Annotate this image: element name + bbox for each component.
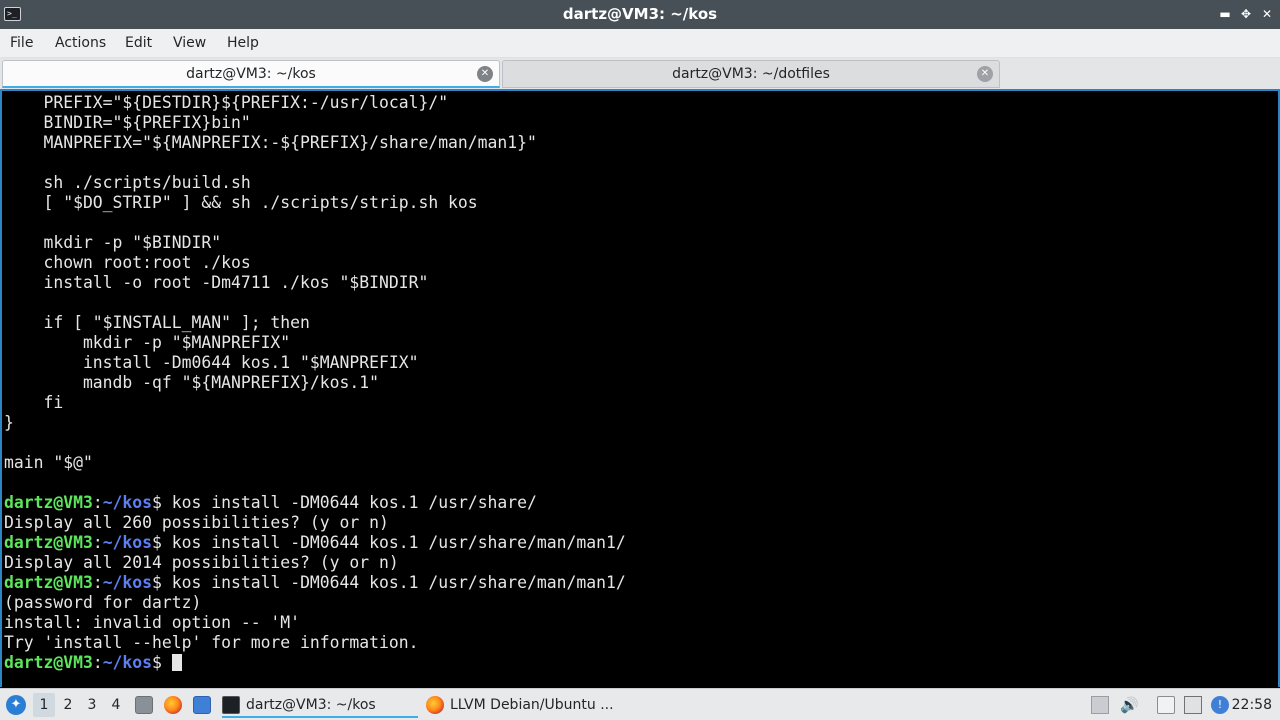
tab-kos-label: dartz@VM3: ~/kos [186, 66, 316, 82]
prompt-separator: : [92, 573, 103, 592]
prompt-separator: : [92, 493, 103, 512]
prompt-user: dartz@VM3 [4, 653, 93, 672]
prompt-path: ~/kos [102, 653, 153, 672]
prompt-symbol: $ [152, 493, 172, 512]
script-line: if [ "$INSTALL_MAN" ]; then [4, 313, 310, 332]
output-line: Display all 260 possibilities? (y or n) [4, 513, 389, 532]
network-icon[interactable] [1184, 696, 1202, 714]
prompt-symbol: $ [152, 573, 172, 592]
command-text: kos install -DM0644 kos.1 /usr/share/man… [171, 573, 626, 592]
desktop-2[interactable]: 2 [57, 693, 79, 717]
command-line: dartz@VM3:~/kos$ kos install -DM0644 kos… [4, 573, 626, 593]
file-manager-icon[interactable] [135, 696, 153, 714]
menu-bar: File Actions Edit View Help [0, 29, 1280, 58]
tab-dotfiles-label: dartz@VM3: ~/dotfiles [672, 66, 830, 82]
prompt-symbol: $ [152, 533, 172, 552]
script-line: BINDIR="${PREFIX}bin" [4, 113, 251, 132]
desktop-show-icon[interactable] [193, 696, 211, 714]
clipboard-icon[interactable] [1157, 696, 1175, 714]
prompt-user: dartz@VM3 [4, 573, 93, 592]
script-line: } [4, 413, 14, 432]
script-line: install -o root -Dm4711 ./kos "$BINDIR" [4, 273, 429, 292]
terminal-view[interactable]: PREFIX="${DESTDIR}${PREFIX:-/usr/local}/… [0, 89, 1280, 687]
output-line: Display all 2014 possibilities? (y or n) [4, 553, 399, 572]
taskbar: ✦ 1 2 3 4 dartz@VM3: ~/kos LLVM Debian/U… [0, 688, 1280, 720]
prompt-user: dartz@VM3 [4, 533, 93, 552]
window-titlebar[interactable]: >_ dartz@VM3: ~/kos ▬ ✥ ✕ [0, 0, 1280, 29]
tab-close-icon[interactable]: ✕ [977, 66, 993, 82]
script-line: fi [4, 393, 64, 412]
menu-actions[interactable]: Actions [55, 29, 106, 57]
terminal-icon [222, 696, 240, 714]
task-terminal-label: dartz@VM3: ~/kos [246, 697, 376, 713]
menu-view[interactable]: View [173, 29, 206, 57]
tab-kos[interactable]: dartz@VM3: ~/kos ✕ [2, 60, 500, 88]
prompt-path: ~/kos [102, 533, 153, 552]
task-terminal[interactable]: dartz@VM3: ~/kos [222, 692, 418, 718]
minimize-button[interactable]: ▬ [1216, 5, 1234, 23]
prompt-symbol: $ [152, 653, 172, 672]
close-button[interactable]: ✕ [1258, 5, 1276, 23]
script-line: MANPREFIX="${MANPREFIX:-${PREFIX}/share/… [4, 133, 537, 152]
tab-close-icon[interactable]: ✕ [477, 66, 493, 82]
tray-expand-icon[interactable] [1091, 696, 1109, 714]
desktop-3[interactable]: 3 [81, 693, 103, 717]
task-firefox-label: LLVM Debian/Ubuntu ... [450, 697, 614, 713]
prompt-path: ~/kos [102, 573, 153, 592]
window-title: dartz@VM3: ~/kos [562, 5, 718, 23]
start-menu-icon[interactable]: ✦ [6, 695, 26, 715]
task-firefox[interactable]: LLVM Debian/Ubuntu ... [426, 692, 622, 718]
prompt-separator: : [92, 653, 103, 672]
script-line: mkdir -p "$MANPREFIX" [4, 333, 291, 352]
tab-bar: dartz@VM3: ~/kos ✕ dartz@VM3: ~/dotfiles… [0, 58, 1280, 89]
script-line: mkdir -p "$BINDIR" [4, 233, 222, 252]
volume-icon[interactable]: 🔊 [1120, 696, 1139, 714]
script-line: main "$@" [4, 453, 93, 472]
maximize-button[interactable]: ✥ [1237, 5, 1255, 23]
tab-dotfiles[interactable]: dartz@VM3: ~/dotfiles ✕ [502, 60, 1000, 88]
firefox-icon [426, 696, 444, 714]
command-text: kos install -DM0644 kos.1 /usr/share/ [171, 493, 537, 512]
prompt-path: ~/kos [102, 493, 153, 512]
menu-edit[interactable]: Edit [125, 29, 152, 57]
prompt-user: dartz@VM3 [4, 493, 93, 512]
output-line: install: invalid option -- 'M' [4, 613, 301, 632]
desktop-1[interactable]: 1 [33, 693, 55, 717]
menu-help[interactable]: Help [227, 29, 259, 57]
notification-icon[interactable]: ! [1211, 696, 1229, 714]
script-line: sh ./scripts/build.sh [4, 173, 251, 192]
menu-file[interactable]: File [10, 29, 33, 57]
desktop-4[interactable]: 4 [105, 693, 127, 717]
terminal-cursor [171, 654, 182, 671]
script-line: mandb -qf "${MANPREFIX}/kos.1" [4, 373, 379, 392]
command-line: dartz@VM3:~/kos$ kos install -DM0644 kos… [4, 533, 626, 553]
clock[interactable]: 22:58 [1232, 689, 1272, 720]
prompt-separator: : [92, 533, 103, 552]
firefox-launcher-icon[interactable] [164, 696, 182, 714]
script-line: install -Dm0644 kos.1 "$MANPREFIX" [4, 353, 419, 372]
prompt-line: dartz@VM3:~/kos$ [4, 653, 182, 673]
script-line: chown root:root ./kos [4, 253, 251, 272]
command-text: kos install -DM0644 kos.1 /usr/share/man… [171, 533, 626, 552]
command-line: dartz@VM3:~/kos$ kos install -DM0644 kos… [4, 493, 537, 513]
script-line: [ "$DO_STRIP" ] && sh ./scripts/strip.sh… [4, 193, 478, 212]
output-line: (password for dartz) [4, 593, 202, 612]
output-line: Try 'install --help' for more informatio… [4, 633, 419, 652]
script-line: PREFIX="${DESTDIR}${PREFIX:-/usr/local}/… [4, 93, 449, 112]
